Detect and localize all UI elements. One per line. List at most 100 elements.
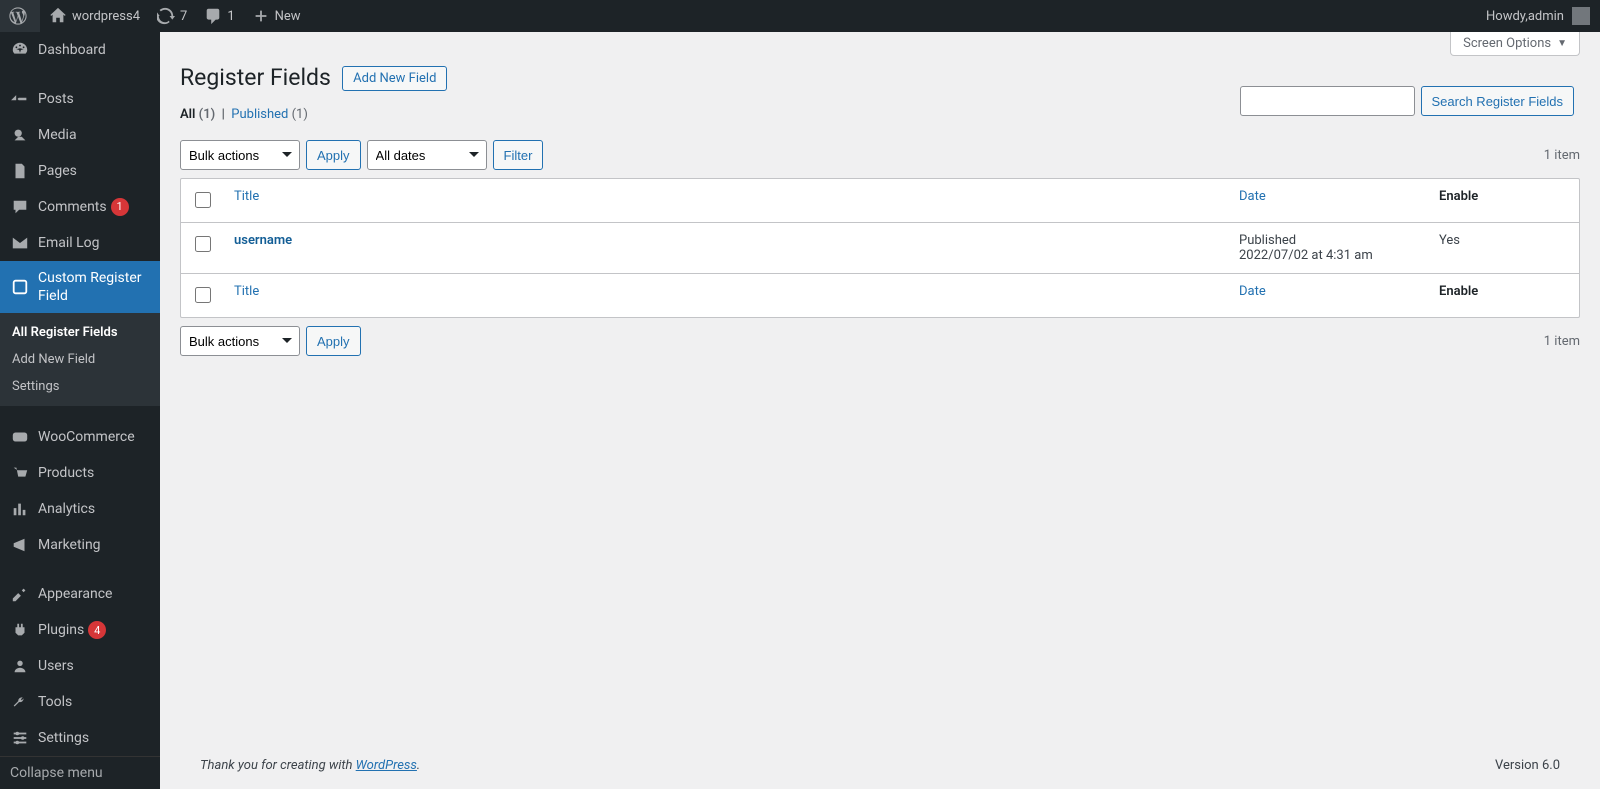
- sidebar-label: Media: [38, 127, 77, 143]
- main-content: Screen Options ▼ Register Fields Add New…: [160, 32, 1600, 789]
- sidebar-item-dashboard[interactable]: Dashboard: [0, 32, 160, 68]
- home-icon: [48, 6, 68, 26]
- settings-icon: [10, 728, 30, 748]
- footer-version: Version 6.0: [1495, 758, 1560, 773]
- submenu-all-register-fields[interactable]: All Register Fields: [0, 319, 160, 346]
- screen-options-label: Screen Options: [1463, 36, 1551, 51]
- search-input[interactable]: [1240, 86, 1415, 116]
- bulk-action-select-top[interactable]: Bulk actions: [180, 140, 300, 170]
- date-filter-select[interactable]: All dates: [367, 140, 487, 170]
- account-menu[interactable]: Howdy, admin: [1476, 0, 1600, 32]
- submenu-settings[interactable]: Settings: [0, 373, 160, 400]
- sidebar-submenu: All Register Fields Add New Field Settin…: [0, 313, 160, 406]
- sidebar-item-products[interactable]: Products: [0, 455, 160, 491]
- col-enable: Enable: [1429, 179, 1579, 223]
- plugins-badge: 4: [88, 621, 106, 639]
- sidebar-item-users[interactable]: Users: [0, 648, 160, 684]
- pin-icon: [10, 89, 30, 109]
- row-checkbox[interactable]: [195, 236, 211, 252]
- search-box: Search Register Fields: [1240, 86, 1581, 116]
- select-all-top[interactable]: [195, 192, 211, 208]
- row-date-value: 2022/07/02 at 4:31 am: [1239, 248, 1419, 263]
- bulk-apply-top[interactable]: Apply: [306, 140, 361, 170]
- select-all-bottom[interactable]: [195, 287, 211, 303]
- admin-sidebar: Dashboard Posts Media Pages Comments 1 E…: [0, 32, 160, 789]
- sidebar-item-custom-register-field[interactable]: Custom Register Field: [0, 261, 160, 313]
- list-table: Title Date Enable username Published 202…: [180, 178, 1580, 318]
- collapse-label: Collapse menu: [10, 765, 103, 781]
- updates-menu[interactable]: 7: [148, 0, 195, 32]
- footer-wordpress-link[interactable]: WordPress: [356, 758, 417, 773]
- bulk-apply-bottom[interactable]: Apply: [306, 326, 361, 356]
- chevron-down-icon: ▼: [1557, 38, 1567, 49]
- sidebar-item-pages[interactable]: Pages: [0, 153, 160, 189]
- sidebar-item-settings[interactable]: Settings: [0, 720, 160, 756]
- col-date-foot[interactable]: Date: [1229, 273, 1429, 317]
- col-title-foot[interactable]: Title: [224, 273, 1229, 317]
- admin-footer: Thank you for creating with WordPress. V…: [180, 742, 1580, 789]
- updates-icon: [156, 6, 176, 26]
- bulk-action-select-bottom[interactable]: Bulk actions: [180, 326, 300, 356]
- sidebar-label: Analytics: [38, 501, 95, 517]
- filter-published[interactable]: Published (1): [231, 107, 308, 122]
- sidebar-label: Marketing: [38, 537, 101, 553]
- sidebar-label: Pages: [38, 163, 77, 179]
- sidebar-label: Users: [38, 658, 74, 674]
- site-name-menu[interactable]: wordpress4: [40, 0, 148, 32]
- sidebar-label: Settings: [38, 730, 89, 746]
- col-date[interactable]: Date: [1229, 179, 1429, 223]
- analytics-icon: [10, 499, 30, 519]
- col-title[interactable]: Title: [224, 179, 1229, 223]
- sidebar-item-analytics[interactable]: Analytics: [0, 491, 160, 527]
- col-enable-foot: Enable: [1429, 273, 1579, 317]
- filter-button[interactable]: Filter: [493, 140, 544, 170]
- footer-thankyou: Thank you for creating with: [200, 758, 356, 773]
- wordpress-logo-icon: [8, 6, 28, 26]
- sidebar-label: Dashboard: [38, 42, 106, 58]
- sidebar-item-woocommerce[interactable]: WooCommerce: [0, 419, 160, 455]
- page-title: Register Fields: [180, 64, 331, 91]
- row-enable-value: Yes: [1429, 223, 1579, 273]
- add-new-field-button[interactable]: Add New Field: [342, 66, 447, 91]
- avatar: [1572, 7, 1590, 25]
- row-title-link[interactable]: username: [234, 233, 292, 248]
- wp-logo-menu[interactable]: [0, 0, 40, 32]
- comments-icon: [10, 197, 30, 217]
- users-icon: [10, 656, 30, 676]
- filter-all[interactable]: All (1): [180, 107, 218, 122]
- sidebar-item-tools[interactable]: Tools: [0, 684, 160, 720]
- sidebar-item-marketing[interactable]: Marketing: [0, 527, 160, 563]
- sidebar-item-media[interactable]: Media: [0, 117, 160, 153]
- pages-icon: [10, 161, 30, 181]
- products-icon: [10, 463, 30, 483]
- plus-icon: [251, 6, 271, 26]
- sidebar-label: Email Log: [38, 235, 100, 251]
- marketing-icon: [10, 535, 30, 555]
- sidebar-label: Posts: [38, 91, 74, 107]
- media-icon: [10, 125, 30, 145]
- tablenav-bottom: Bulk actions Apply 1 item: [180, 326, 1580, 356]
- table-row: username Published 2022/07/02 at 4:31 am…: [181, 223, 1579, 273]
- email-icon: [10, 233, 30, 253]
- screen-options-toggle[interactable]: Screen Options ▼: [1450, 32, 1580, 56]
- sidebar-item-posts[interactable]: Posts: [0, 81, 160, 117]
- tools-icon: [10, 692, 30, 712]
- collapse-menu[interactable]: Collapse menu: [0, 756, 160, 789]
- sidebar-item-comments[interactable]: Comments 1: [0, 189, 160, 225]
- sidebar-label: Tools: [38, 694, 72, 710]
- items-count-top: 1 item: [1544, 148, 1580, 163]
- comments-badge: 1: [111, 198, 129, 216]
- sidebar-label: WooCommerce: [38, 429, 135, 445]
- search-submit-button[interactable]: Search Register Fields: [1421, 86, 1575, 116]
- sidebar-item-plugins[interactable]: Plugins 4: [0, 612, 160, 648]
- new-content-menu[interactable]: New: [243, 0, 309, 32]
- submenu-add-new-field[interactable]: Add New Field: [0, 346, 160, 373]
- comments-menu[interactable]: 1: [195, 0, 242, 32]
- sidebar-item-email-log[interactable]: Email Log: [0, 225, 160, 261]
- sidebar-item-appearance[interactable]: Appearance: [0, 576, 160, 612]
- plugins-icon: [10, 620, 30, 640]
- howdy-user: admin: [1528, 9, 1564, 24]
- admin-comments-count: 1: [227, 9, 234, 24]
- row-date-status: Published: [1239, 233, 1419, 248]
- updates-count: 7: [180, 9, 187, 24]
